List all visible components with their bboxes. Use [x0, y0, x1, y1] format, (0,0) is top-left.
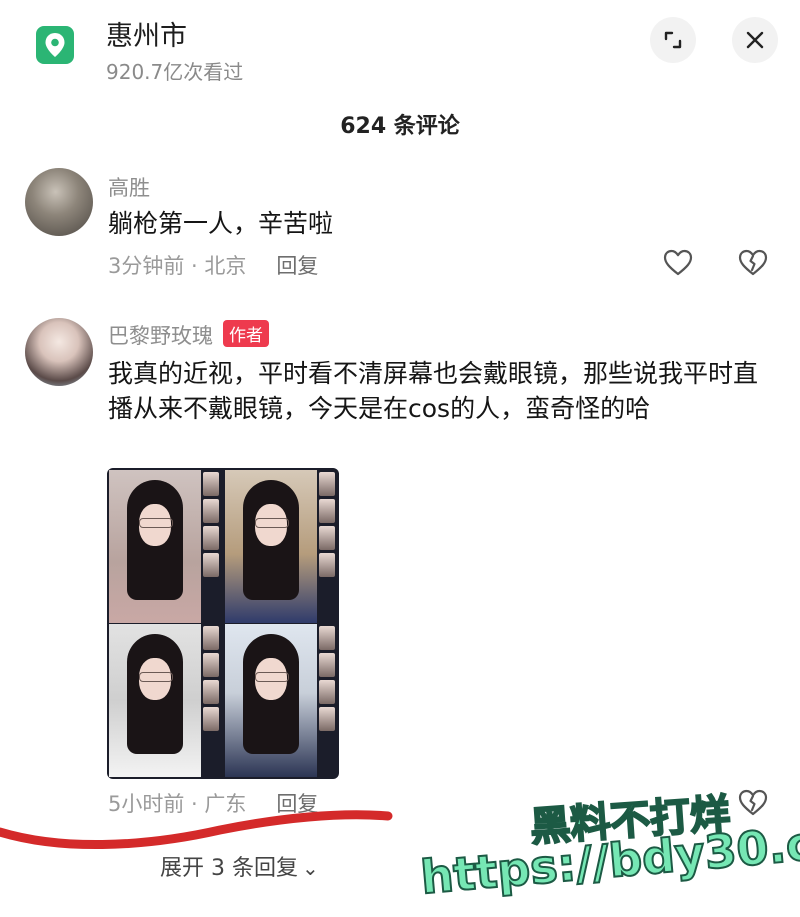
- location-header: 惠州市 920.7亿次看过: [0, 0, 800, 100]
- screenshot-tile: [225, 624, 337, 777]
- author-name[interactable]: 巴黎野玫瑰: [108, 324, 213, 348]
- screenshot-tile: [109, 470, 221, 623]
- expand-button[interactable]: [650, 17, 696, 63]
- comment-time-location: 3分钟前 · 北京: [108, 254, 247, 278]
- view-count: 920.7亿次看过: [106, 60, 244, 84]
- location-title[interactable]: 惠州市: [106, 14, 187, 53]
- comment-username: 巴黎野玫瑰 作者: [108, 320, 269, 350]
- dislike-button[interactable]: [736, 246, 770, 280]
- red-marker-stroke: [0, 810, 393, 850]
- like-button[interactable]: [661, 246, 695, 280]
- screenshot-tile: [109, 624, 221, 777]
- comment-username[interactable]: 高胜: [108, 172, 150, 202]
- comment-text: 我真的近视，平时看不清屏幕也会戴眼镜，那些说我平时直播从来不戴眼镜，今天是在co…: [108, 359, 759, 423]
- comment-meta: 3分钟前 · 北京 回复: [108, 250, 318, 280]
- dislike-button[interactable]: [736, 786, 770, 820]
- author-badge: 作者: [223, 320, 269, 347]
- expand-icon: [664, 31, 682, 49]
- broken-heart-icon: [738, 249, 768, 276]
- avatar[interactable]: [25, 318, 93, 386]
- reply-button[interactable]: 回复: [276, 254, 318, 278]
- comment-count-title: 624 条评论: [340, 114, 460, 139]
- comment-image[interactable]: [107, 468, 339, 779]
- close-icon: [746, 31, 764, 49]
- comment-text: 躺枪第一人，辛苦啦: [108, 209, 334, 238]
- screenshot-tile: [225, 470, 337, 623]
- map-pin-icon: [36, 26, 74, 64]
- close-button[interactable]: [732, 17, 778, 63]
- broken-heart-icon: [738, 789, 768, 816]
- heart-icon: [663, 249, 693, 276]
- avatar[interactable]: [25, 168, 93, 236]
